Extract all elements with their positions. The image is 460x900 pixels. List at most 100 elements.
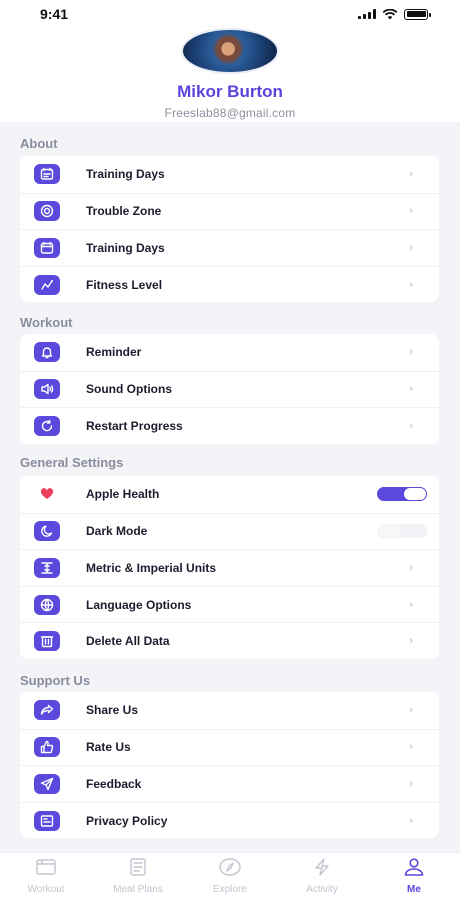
profile-header: Mikor Burton Freeslab88@gmail.com (0, 28, 460, 122)
profile-email: Freeslab88@gmail.com (164, 106, 296, 120)
tab-label: Me (407, 884, 421, 895)
chevron-right-icon: › (409, 561, 413, 574)
section-title-workout: Workout (20, 315, 73, 330)
speaker-icon (34, 379, 60, 400)
bell-icon (34, 342, 60, 363)
tab-me[interactable]: Me (368, 853, 460, 900)
tab-explore[interactable]: Explore (184, 853, 276, 900)
settings-row-label: Feedback (86, 776, 142, 791)
settings-row-label: Rate Us (86, 740, 131, 755)
dark-mode-toggle[interactable] (377, 524, 427, 539)
chevron-right-icon: › (409, 168, 413, 181)
chevron-right-icon: › (409, 346, 413, 359)
chevron-right-icon: › (409, 814, 413, 827)
wifi-icon (382, 8, 398, 19)
settings-row-label: Metric & Imperial Units (86, 560, 217, 575)
moon-icon (34, 521, 60, 542)
globe-icon (34, 594, 60, 615)
status-bar: 9:41 (0, 0, 460, 28)
compass-icon (218, 858, 242, 881)
target-icon (34, 201, 60, 222)
settings-card-about: Training Days › Trouble Zone › Training Days… (20, 156, 439, 303)
chevron-right-icon: › (409, 383, 413, 396)
chevron-right-icon: › (409, 278, 413, 291)
chevron-right-icon: › (409, 419, 413, 432)
send-icon (34, 773, 60, 794)
thumbs-up-icon (34, 737, 60, 758)
settings-row-privacy-policy[interactable]: Privacy Policy › (20, 801, 439, 839)
settings-list: About Training Days › Trouble Zone › Training… (0, 122, 460, 852)
lightning-icon (310, 858, 334, 881)
signal-icon (358, 9, 376, 19)
settings-row-reminder[interactable]: Reminder › (20, 334, 439, 371)
status-time: 9:41 (40, 6, 69, 22)
tab-label: Workout (27, 884, 65, 895)
chevron-right-icon: › (409, 777, 413, 790)
trash-icon (34, 631, 60, 652)
settings-row-trouble-zone[interactable]: Trouble Zone › (20, 192, 439, 230)
chevron-right-icon: › (409, 741, 413, 754)
chevron-right-icon: › (409, 598, 413, 611)
section-title-about: About (20, 136, 58, 151)
settings-row-training-days[interactable]: Training Days › (20, 229, 439, 266)
calendar-icon (34, 237, 60, 258)
settings-card-workout: Reminder › Sound Options › Restart Progress › (20, 334, 439, 444)
avatar[interactable] (181, 28, 279, 74)
tab-label: Explore (213, 884, 247, 895)
settings-row-label: Restart Progress (86, 418, 183, 433)
settings-row-label: Privacy Policy (86, 813, 168, 828)
settings-row-sound-options[interactable]: Sound Options › (20, 370, 439, 408)
settings-row-restart-progress[interactable]: Restart Progress › (20, 407, 439, 444)
tab-label: Meal Plans (113, 884, 163, 895)
settings-card-support-us: Share Us › Rate Us › Feedback › Privacy Policy… (20, 692, 439, 839)
settings-row-label: Training Days (86, 240, 165, 255)
tab-bar: Workout Meal Plans Explore Activity Me (0, 852, 460, 900)
chevron-right-icon: › (409, 205, 413, 218)
chevron-right-icon: › (409, 635, 413, 648)
battery-icon (404, 8, 431, 20)
profile-name: Mikor Burton (177, 82, 283, 101)
units-icon (34, 557, 60, 578)
settings-row-share-us[interactable]: Share Us › (20, 692, 439, 729)
calendar-days-icon (34, 164, 60, 185)
status-icons (358, 8, 431, 20)
workout-icon (34, 858, 58, 881)
settings-row-label: Apple Health (86, 487, 160, 502)
tab-label: Activity (306, 884, 338, 895)
toggle-knob (404, 488, 426, 501)
section-title-support-us: Support Us (20, 673, 91, 688)
settings-row-label: Dark Mode (86, 524, 148, 539)
apple-health-toggle[interactable] (377, 487, 427, 502)
settings-row-label: Delete All Data (86, 634, 170, 649)
share-icon (34, 700, 60, 721)
heart-icon (34, 484, 60, 505)
settings-row-training-days[interactable]: Training Days › (20, 156, 439, 193)
settings-row-language-options[interactable]: Language Options › (20, 585, 439, 623)
settings-row-label: Share Us (86, 703, 139, 718)
settings-row-label: Fitness Level (86, 277, 163, 292)
meal-plans-icon (126, 858, 150, 881)
tab-meal-plans[interactable]: Meal Plans (92, 853, 184, 900)
settings-row-dark-mode[interactable]: Dark Mode (20, 512, 439, 550)
settings-row-label: Language Options (86, 597, 192, 612)
person-icon (402, 858, 426, 881)
settings-row-feedback[interactable]: Feedback › (20, 765, 439, 802)
settings-row-label: Trouble Zone (86, 204, 162, 219)
document-icon (34, 810, 60, 831)
settings-row-delete-all-data[interactable]: Delete All Data › (20, 622, 439, 659)
level-icon (34, 274, 60, 295)
settings-row-apple-health[interactable]: Apple Health (20, 476, 439, 513)
section-title-general-settings: General Settings (20, 455, 124, 470)
restart-icon (34, 415, 60, 436)
settings-card-general-settings: Apple Health Dark Mode Metric & Imperial U… (20, 476, 439, 659)
tab-activity[interactable]: Activity (276, 853, 368, 900)
settings-row-label: Reminder (86, 345, 142, 360)
settings-row-label: Sound Options (86, 382, 172, 397)
settings-row-rate-us[interactable]: Rate Us › (20, 728, 439, 766)
tab-workout[interactable]: Workout (0, 853, 92, 900)
settings-row-label: Training Days (86, 167, 165, 182)
chevron-right-icon: › (409, 704, 413, 717)
settings-row-metric-and-imperial-units[interactable]: Metric & Imperial Units › (20, 549, 439, 586)
settings-row-fitness-level[interactable]: Fitness Level › (20, 265, 439, 303)
chevron-right-icon: › (409, 241, 413, 254)
